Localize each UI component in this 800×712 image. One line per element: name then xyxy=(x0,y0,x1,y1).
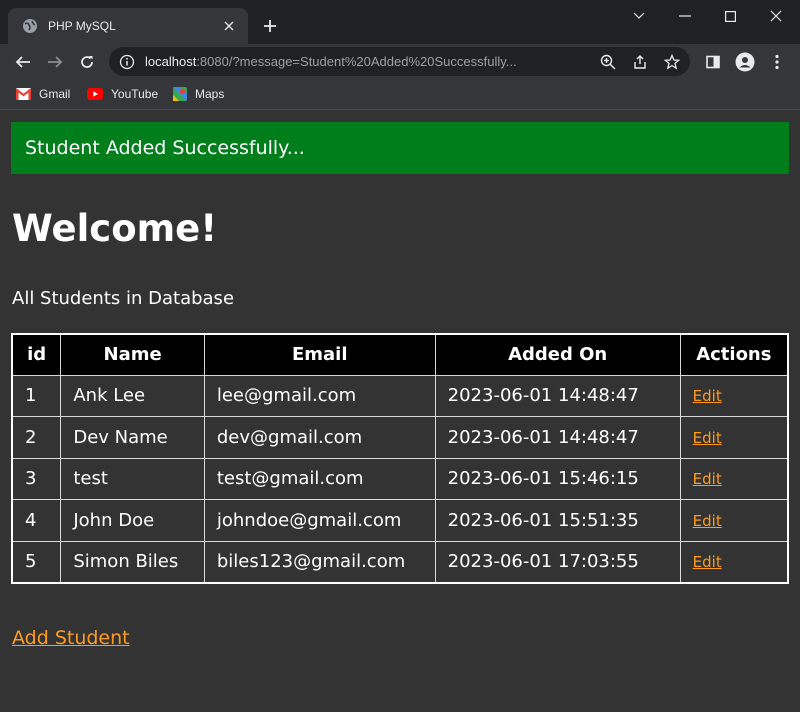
cell-email: johndoe@gmail.com xyxy=(203,499,436,542)
info-icon[interactable] xyxy=(119,54,135,70)
table-header-row: id Name Email Added On Actions xyxy=(11,333,789,376)
success-alert: Student Added Successfully... xyxy=(11,122,789,174)
new-tab-icon[interactable] xyxy=(260,16,280,36)
cell-email: lee@gmail.com xyxy=(203,374,436,418)
address-bar[interactable]: localhost:8080/?message=Student%20Added%… xyxy=(109,47,690,76)
cell-added-on: 2023-06-01 17:03:55 xyxy=(434,540,681,584)
cell-actions: Edit xyxy=(679,374,789,418)
url-path: :8080/?message=Student%20Added%20Success… xyxy=(196,54,517,69)
cell-email: dev@gmail.com xyxy=(203,416,436,459)
edit-link[interactable]: Edit xyxy=(693,512,722,530)
column-header-name: Name xyxy=(60,333,205,376)
edit-link[interactable]: Edit xyxy=(693,553,722,571)
cell-email: test@gmail.com xyxy=(203,457,436,501)
browser-tab[interactable]: PHP MySQL xyxy=(8,8,248,44)
cell-actions: Edit xyxy=(679,540,789,584)
back-arrow-icon[interactable] xyxy=(10,49,36,75)
zoom-icon[interactable] xyxy=(597,51,619,73)
cell-added-on: 2023-06-01 15:46:15 xyxy=(434,457,681,501)
cell-name: Ank Lee xyxy=(60,374,205,418)
column-header-actions: Actions xyxy=(679,333,789,376)
close-window-icon[interactable] xyxy=(753,4,799,28)
cell-actions: Edit xyxy=(679,499,789,542)
bookmark-label: Gmail xyxy=(39,87,71,101)
cell-id: 5 xyxy=(11,540,62,584)
table-row: 3 test test@gmail.com 2023-06-01 15:46:1… xyxy=(11,457,789,501)
cell-name: John Doe xyxy=(60,499,205,542)
cell-added-on: 2023-06-01 15:51:35 xyxy=(434,499,681,542)
cell-name: test xyxy=(60,457,205,501)
cell-actions: Edit xyxy=(679,457,789,501)
column-header-added-on: Added On xyxy=(434,333,681,376)
cell-added-on: 2023-06-01 14:48:47 xyxy=(434,374,681,418)
tab-title: PHP MySQL xyxy=(48,19,116,33)
cell-name: Dev Name xyxy=(60,416,205,459)
table-row: 4 John Doe johndoe@gmail.com 2023-06-01 … xyxy=(11,499,789,542)
column-header-id: id xyxy=(11,333,62,376)
globe-icon xyxy=(22,18,38,34)
cell-id: 2 xyxy=(11,416,62,459)
table-row: 2 Dev Name dev@gmail.com 2023-06-01 14:4… xyxy=(11,416,789,459)
bookmark-maps[interactable]: Maps xyxy=(173,85,224,103)
cell-actions: Edit xyxy=(679,416,789,459)
page-content: Student Added Successfully... Welcome! A… xyxy=(0,111,800,712)
edit-link[interactable]: Edit xyxy=(693,429,722,447)
cell-name: Simon Biles xyxy=(60,540,205,584)
bookmark-label: Maps xyxy=(195,87,225,101)
reload-icon[interactable] xyxy=(74,49,100,75)
cell-email: biles123@gmail.com xyxy=(203,540,436,584)
browser-titlebar: PHP MySQL xyxy=(0,0,800,44)
kebab-menu-icon[interactable] xyxy=(764,49,790,75)
table-caption: All Students in Database xyxy=(12,288,235,309)
add-student-link[interactable]: Add Student xyxy=(12,627,130,649)
side-panel-icon[interactable] xyxy=(700,49,726,75)
cell-id: 1 xyxy=(11,374,62,418)
browser-toolbar: localhost:8080/?message=Student%20Added%… xyxy=(0,44,800,79)
edit-link[interactable]: Edit xyxy=(693,387,722,405)
bookmark-label: YouTube xyxy=(111,87,159,101)
maps-icon xyxy=(173,87,187,101)
cell-id: 4 xyxy=(11,499,62,542)
students-table: id Name Email Added On Actions 1 Ank Lee… xyxy=(11,333,789,584)
cell-id: 3 xyxy=(11,457,62,501)
gmail-icon xyxy=(16,88,31,100)
close-tab-icon[interactable] xyxy=(220,17,238,35)
share-icon[interactable] xyxy=(629,51,651,73)
youtube-icon xyxy=(87,88,103,100)
url-host: localhost xyxy=(145,54,197,69)
forward-arrow-icon[interactable] xyxy=(42,49,68,75)
url-text[interactable]: localhost:8080/?message=Student%20Added%… xyxy=(145,54,535,69)
profile-avatar-icon[interactable] xyxy=(732,49,758,75)
table-row: 1 Ank Lee lee@gmail.com 2023-06-01 14:48… xyxy=(11,374,789,418)
table-row: 5 Simon Biles biles123@gmail.com 2023-06… xyxy=(11,540,789,584)
chevron-down-icon[interactable] xyxy=(616,4,662,28)
maximize-icon[interactable] xyxy=(707,4,753,28)
bookmark-youtube[interactable]: YouTube xyxy=(87,85,158,103)
edit-link[interactable]: Edit xyxy=(693,470,722,488)
bookmarks-bar: Gmail YouTube Maps xyxy=(0,79,800,110)
bookmark-gmail[interactable]: Gmail xyxy=(16,85,70,103)
page-title: Welcome! xyxy=(12,207,218,250)
column-header-email: Email xyxy=(203,333,436,376)
minimize-icon[interactable] xyxy=(662,4,708,28)
star-icon[interactable] xyxy=(661,51,683,73)
cell-added-on: 2023-06-01 14:48:47 xyxy=(434,416,681,459)
